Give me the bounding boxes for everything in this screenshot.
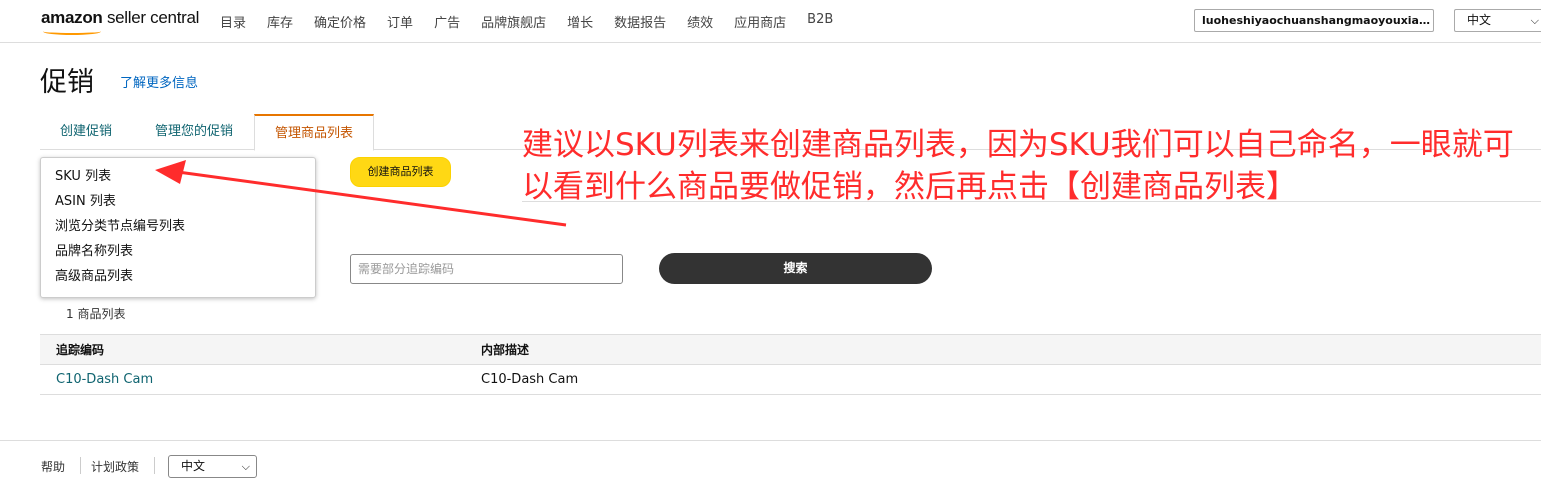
dropdown-item-sku-list[interactable]: SKU 列表 (41, 166, 315, 191)
tab-manage-product-selection[interactable]: 管理商品列表 (254, 114, 374, 151)
footer-language-select[interactable]: 中文 ⌵ (168, 455, 257, 478)
dropdown-item-advanced-list[interactable]: 高级商品列表 (41, 266, 315, 291)
footer-divider (0, 440, 1541, 441)
nav-inventory[interactable]: 库存 (267, 12, 293, 31)
footer-separator (154, 457, 155, 474)
column-header-internal-description[interactable]: 内部描述 (481, 335, 529, 365)
tab-manage-promotions[interactable]: 管理您的促销 (140, 114, 248, 150)
language-select-value: 中文 (1467, 13, 1492, 27)
nav-reports[interactable]: 数据报告 (614, 12, 666, 31)
table-row: C10-Dash Cam C10-Dash Cam (40, 365, 1541, 395)
table-header: 追踪编码 内部描述 (40, 334, 1541, 365)
logo-brand: amazon (41, 8, 103, 27)
nav-advertising[interactable]: 广告 (434, 12, 460, 31)
page-title: 促销 (40, 67, 94, 98)
product-list-type-dropdown: SKU 列表 ASIN 列表 浏览分类节点编号列表 品牌名称列表 高级商品列表 (40, 157, 316, 298)
main-nav: 目录 库存 确定价格 订单 广告 品牌旗舰店 增长 数据报告 绩效 应用商店 B… (220, 12, 854, 31)
nav-b2b[interactable]: B2B (807, 12, 833, 31)
divider (522, 201, 1541, 202)
column-header-tracking-id[interactable]: 追踪编码 (56, 335, 104, 365)
learn-more-link[interactable]: 了解更多信息 (120, 72, 198, 91)
footer-help-link[interactable]: 帮助 (41, 458, 65, 475)
amazon-seller-central-logo[interactable]: amazon seller central (41, 8, 200, 35)
nav-pricing[interactable]: 确定价格 (314, 12, 366, 31)
dropdown-item-browse-node-list[interactable]: 浏览分类节点编号列表 (41, 216, 315, 241)
footer-language-value: 中文 (181, 459, 206, 473)
annotation-text: 建议以SKU列表来创建商品列表，因为SKU我们可以自己命名，一眼就可以看到什么商… (522, 127, 1514, 205)
nav-catalog[interactable]: 目录 (220, 12, 246, 31)
amazon-smile-icon (43, 28, 101, 35)
tab-create-promotion[interactable]: 创建促销 (40, 114, 132, 150)
tracking-id-link[interactable]: C10-Dash Cam (56, 365, 153, 394)
nav-orders[interactable]: 订单 (387, 12, 413, 31)
account-selector[interactable]: luoheshiyaochuanshangmaoyouxiang... (1194, 9, 1434, 32)
logo-product: seller central (106, 8, 200, 27)
search-button[interactable]: 搜索 (659, 253, 932, 284)
footer-program-policies-link[interactable]: 计划政策 (91, 458, 139, 475)
tracking-id-search-input[interactable]: 需要部分追踪编码 (350, 254, 623, 284)
dropdown-item-asin-list[interactable]: ASIN 列表 (41, 191, 315, 216)
nav-performance[interactable]: 绩效 (687, 12, 713, 31)
chevron-down-icon: ⌵ (241, 460, 250, 473)
language-select[interactable]: 中文 ⌵ (1454, 9, 1541, 32)
nav-appstore[interactable]: 应用商店 (734, 12, 786, 31)
top-nav: amazon seller central 目录 库存 确定价格 订单 广告 品… (0, 0, 1541, 43)
footer-separator (80, 457, 81, 474)
nav-growth[interactable]: 增长 (567, 12, 593, 31)
create-product-list-button[interactable]: 创建商品列表 (350, 157, 451, 187)
internal-description: C10-Dash Cam (481, 372, 579, 387)
product-list-count: 1 商品列表 (66, 307, 126, 321)
dropdown-item-brand-name-list[interactable]: 品牌名称列表 (41, 241, 315, 266)
nav-stores[interactable]: 品牌旗舰店 (481, 12, 546, 31)
chevron-down-icon: ⌵ (1530, 14, 1539, 27)
